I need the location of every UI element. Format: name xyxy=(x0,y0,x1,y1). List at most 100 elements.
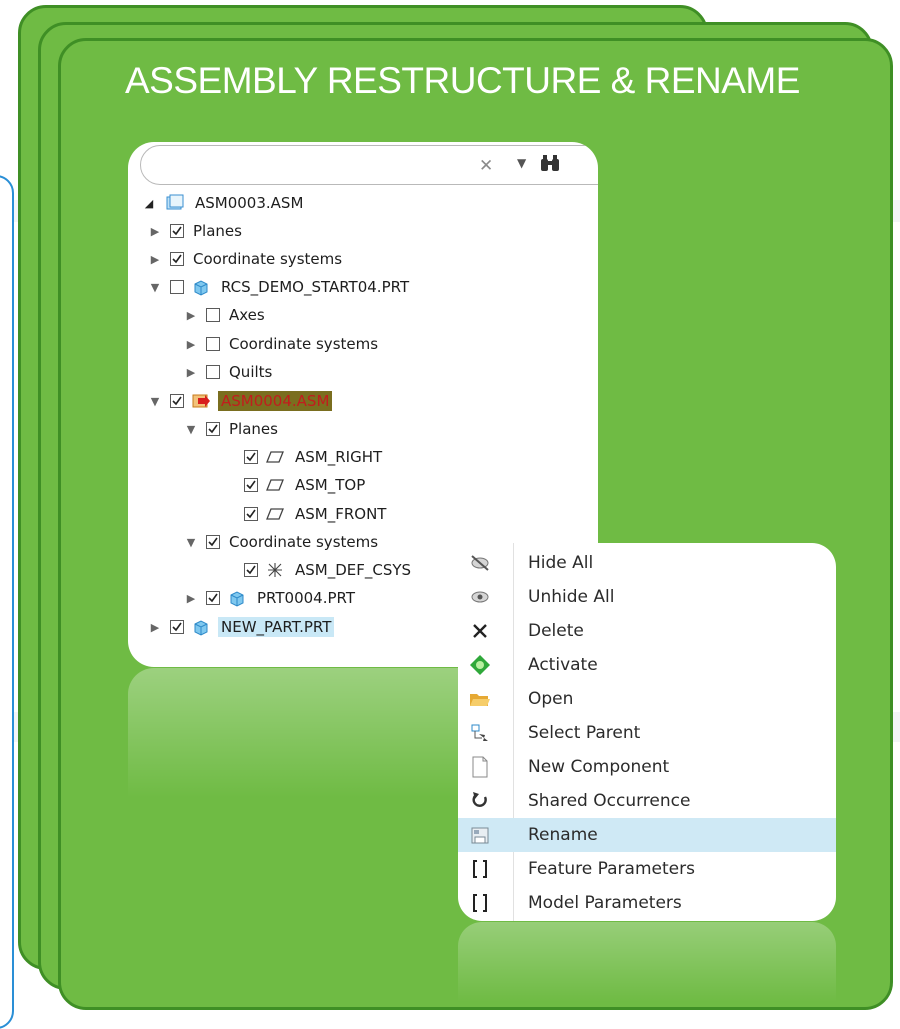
shared-occurrence-icon xyxy=(458,791,502,811)
checkbox[interactable] xyxy=(206,591,220,605)
checkbox[interactable] xyxy=(244,563,258,577)
tree-row-asm-front[interactable]: ASM_FRONT xyxy=(244,501,389,527)
expand-icon[interactable]: ▶ xyxy=(184,592,198,605)
tree-row-asm-top[interactable]: ASM_TOP xyxy=(244,472,368,498)
tree-label: ASM_TOP xyxy=(295,476,366,494)
datum-plane-icon xyxy=(264,505,286,523)
tree-label: PRT0004.PRT xyxy=(257,589,356,607)
tree-label: ASM0003.ASM xyxy=(195,194,304,212)
menu-item-model-parameters[interactable]: Model Parameters xyxy=(458,886,836,920)
tree-row-coordinate-systems[interactable]: ▶ Coordinate systems xyxy=(184,331,381,357)
datum-plane-icon xyxy=(264,448,286,466)
menu-item-label: Rename xyxy=(528,825,598,845)
menu-item-rename[interactable]: Rename xyxy=(458,818,836,852)
tree-row-coordinate-systems[interactable]: ▼ Coordinate systems xyxy=(184,529,381,555)
menu-item-label: Hide All xyxy=(528,553,594,573)
close-icon xyxy=(458,622,502,640)
context-menu: Hide All Unhide All Delete Activate Open… xyxy=(458,543,836,921)
tree-row-prt0004[interactable]: ▶ PRT0004.PRT xyxy=(184,585,358,611)
part-icon xyxy=(190,618,212,636)
part-icon xyxy=(190,278,212,296)
menu-item-label: Unhide All xyxy=(528,587,615,607)
menu-item-label: Feature Parameters xyxy=(528,859,695,879)
tree-row-planes[interactable]: ▶ Planes xyxy=(148,218,245,244)
tree-label: Planes xyxy=(193,222,242,240)
tree-row-asm0003[interactable]: ◢ ASM0003.ASM xyxy=(142,190,306,216)
background-card-edge xyxy=(0,175,14,1029)
chevron-down-icon[interactable]: ▼ xyxy=(517,156,526,170)
binoculars-icon[interactable] xyxy=(539,154,561,178)
tree-label: Coordinate systems xyxy=(193,250,343,268)
rename-icon xyxy=(458,825,502,845)
checkbox[interactable] xyxy=(170,394,184,408)
tree-row-asm0004[interactable]: ▼ ASM0004.ASM xyxy=(148,388,333,414)
tree-row-new-part[interactable]: ▶ NEW_PART.PRT xyxy=(148,614,335,640)
expand-icon[interactable]: ▶ xyxy=(148,253,162,266)
tree-label: ASM_DEF_CSYS xyxy=(295,561,412,579)
tree-label: Coordinate systems xyxy=(229,533,379,551)
menu-item-new-component[interactable]: New Component xyxy=(458,750,836,784)
checkbox[interactable] xyxy=(206,535,220,549)
checkbox[interactable] xyxy=(170,620,184,634)
tree-row-rcs-demo[interactable]: ▼ RCS_DEMO_START04.PRT xyxy=(148,274,412,300)
checkbox[interactable] xyxy=(170,224,184,238)
expand-icon[interactable]: ▶ xyxy=(148,225,162,238)
menu-item-feature-parameters[interactable]: Feature Parameters xyxy=(458,852,836,886)
collapse-icon[interactable]: ▼ xyxy=(148,281,162,294)
checkbox[interactable] xyxy=(170,280,184,294)
expand-icon[interactable]: ▶ xyxy=(184,338,198,351)
tree-label: ASM_FRONT xyxy=(295,505,387,523)
expand-icon[interactable]: ▶ xyxy=(148,621,162,634)
menu-item-label: Shared Occurrence xyxy=(528,791,691,811)
brackets-icon xyxy=(458,893,502,913)
brackets-icon xyxy=(458,859,502,879)
checkbox[interactable] xyxy=(206,422,220,436)
checkbox[interactable] xyxy=(244,507,258,521)
tree-row-planes[interactable]: ▼ Planes xyxy=(184,416,281,442)
clear-icon[interactable]: ✕ xyxy=(479,156,493,176)
tree-label-selected: NEW_PART.PRT xyxy=(218,617,335,637)
menu-item-shared-occurrence[interactable]: Shared Occurrence xyxy=(458,784,836,818)
select-parent-icon xyxy=(458,723,502,743)
tree-label: Planes xyxy=(229,420,278,438)
expand-icon[interactable]: ▶ xyxy=(184,366,198,379)
search-input[interactable]: ✕ ▼ xyxy=(140,145,598,185)
tree-row-quilts[interactable]: ▶ Quilts xyxy=(184,359,275,385)
checkbox[interactable] xyxy=(206,365,220,379)
datum-plane-icon xyxy=(264,476,286,494)
unhide-icon xyxy=(458,588,502,606)
checkbox[interactable] xyxy=(206,308,220,322)
tree-label: Coordinate systems xyxy=(229,335,379,353)
activate-icon xyxy=(458,654,502,676)
part-icon xyxy=(226,589,248,607)
tree-row-asm-def-csys[interactable]: ASM_DEF_CSYS xyxy=(244,557,414,583)
checkbox[interactable] xyxy=(244,478,258,492)
tree-row-coordinate-systems[interactable]: ▶ Coordinate systems xyxy=(148,246,345,272)
collapse-icon[interactable]: ▼ xyxy=(184,423,198,436)
checkbox[interactable] xyxy=(244,450,258,464)
expand-icon[interactable]: ▶ xyxy=(184,309,198,322)
coordinate-system-icon xyxy=(264,561,286,579)
menu-item-hide-all[interactable]: Hide All xyxy=(458,546,836,580)
menu-item-label: New Component xyxy=(528,757,670,777)
tree-label: Axes xyxy=(229,306,265,324)
collapse-icon[interactable]: ◢ xyxy=(142,197,156,210)
menu-item-label: Activate xyxy=(528,655,598,675)
checkbox[interactable] xyxy=(206,337,220,351)
tree-row-axes[interactable]: ▶ Axes xyxy=(184,302,268,328)
menu-item-unhide-all[interactable]: Unhide All xyxy=(458,580,836,614)
collapse-icon[interactable]: ▼ xyxy=(148,395,162,408)
collapse-icon[interactable]: ▼ xyxy=(184,536,198,549)
menu-item-label: Model Parameters xyxy=(528,893,682,913)
menu-item-activate[interactable]: Activate xyxy=(458,648,836,682)
menu-item-open[interactable]: Open xyxy=(458,682,836,716)
active-assembly-icon xyxy=(190,392,212,410)
slide-title: ASSEMBLY RESTRUCTURE & RENAME xyxy=(125,60,800,101)
menu-reflection xyxy=(458,922,836,1002)
tree-row-asm-right[interactable]: ASM_RIGHT xyxy=(244,444,385,470)
menu-item-label: Select Parent xyxy=(528,723,641,743)
checkbox[interactable] xyxy=(170,252,184,266)
menu-item-select-parent[interactable]: Select Parent xyxy=(458,716,836,750)
menu-item-delete[interactable]: Delete xyxy=(458,614,836,648)
tree-label: RCS_DEMO_START04.PRT xyxy=(221,278,410,296)
